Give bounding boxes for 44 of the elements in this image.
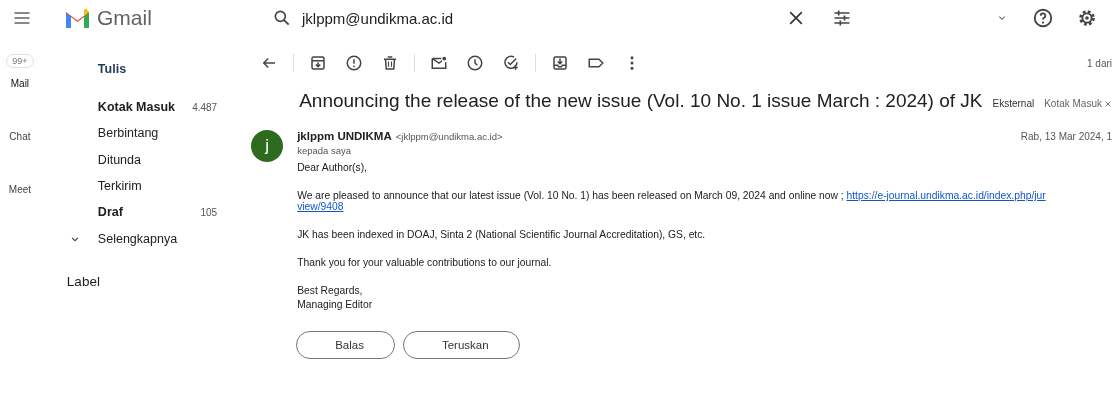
body-paragraph: Thank you for your valuable contributions to our journal. (297, 257, 553, 268)
folder-item[interactable]: Terkirim (39, 172, 240, 200)
sender-address: <jklppm@undikma.ac.id> (395, 131, 503, 142)
link[interactable]: view/9408 (297, 201, 344, 212)
signature-line: Managing Editor (297, 299, 374, 310)
external-tag: Eksternal (992, 98, 1035, 109)
rail-tab[interactable]: Chat (9, 131, 31, 174)
label-chip[interactable]: Kotak Masuk (1044, 98, 1112, 109)
email-subject: Announcing the release of the new issue (Vol. 10 No. 1 issue March : 2024) of JK (299, 90, 983, 112)
gmail-logo-icon (64, 8, 91, 28)
add-task-icon[interactable] (502, 54, 521, 72)
search-icon[interactable] (272, 8, 292, 28)
folder-item[interactable]: Kotak Masuk 4.487 (39, 94, 240, 121)
folder-item[interactable]: Selengkapnya (39, 225, 240, 252)
body-paragraph: We are pleased to announce that our latest issue (Vol. 10 No. 1) has been released on March 09, 2024 and online now ; https://e-journal.undikma.ac.id/index.php/jur view/9408 (297, 190, 1047, 212)
email-date: Rab, 13 Mar 2024, 1 (1020, 131, 1112, 142)
report-spam-icon[interactable] (345, 54, 364, 72)
folder-item[interactable]: Draf 105 (39, 199, 240, 226)
body-paragraph: JK has been indexed in DOAJ, Sinta 2 (National Scientific Journal Accreditation), GS, etc. (297, 229, 707, 240)
sender-name: jklppm UNDIKMA (297, 130, 392, 142)
mail-dot-icon[interactable] (430, 54, 449, 72)
signature-line: Best Regards, (297, 285, 364, 296)
recipient-text[interactable]: kepada saya (297, 145, 1112, 156)
body-paragraph: Dear Author(s), (297, 162, 368, 173)
remove-label-icon[interactable] (1104, 99, 1112, 108)
pager-text: 1 dari (1087, 57, 1112, 69)
search-field[interactable]: jklppm@undikma.ac.id (302, 9, 454, 27)
archive-icon[interactable] (309, 54, 328, 72)
rail-tab[interactable]: Mail (10, 78, 30, 121)
app-name: Gmail (97, 6, 152, 30)
settings-icon[interactable] (1076, 7, 1098, 29)
action-button[interactable]: Teruskan (402, 331, 520, 359)
help-icon[interactable] (1032, 7, 1054, 29)
folder-item[interactable]: Berbintang (39, 120, 240, 147)
filter-options-icon[interactable] (832, 8, 852, 28)
avatar[interactable]: j (251, 130, 284, 162)
folder-item[interactable]: Ditunda (39, 146, 240, 173)
action-button[interactable]: Balas (296, 331, 395, 359)
compose-button[interactable]: Tulis (97, 44, 240, 94)
rail-tab[interactable]: Meet (8, 184, 32, 227)
labels-heading: Label (66, 273, 101, 289)
link[interactable]: https://e-journal.undikma.ac.id/index.php/jur (846, 190, 1046, 201)
move-to-icon[interactable] (551, 54, 570, 72)
clock-icon[interactable] (466, 54, 485, 72)
